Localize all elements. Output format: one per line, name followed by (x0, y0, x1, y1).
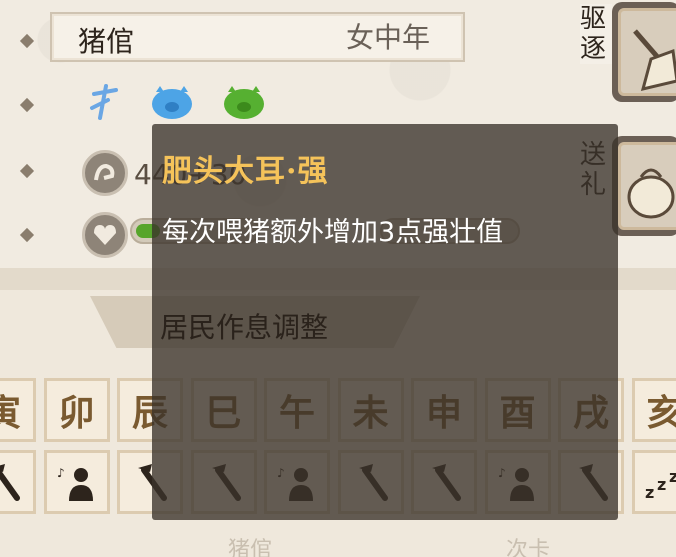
svg-text:z: z (645, 483, 654, 502)
gift-bag-icon (627, 168, 675, 219)
schedule-section-title: 居民作息调整 (160, 311, 329, 344)
heart-icon (82, 212, 128, 258)
hour-cell[interactable]: 卯 (43, 378, 110, 442)
blue-pig-icon[interactable] (150, 84, 194, 120)
pickaxe-icon (0, 464, 20, 501)
svg-text:♪: ♪ (57, 466, 65, 480)
hour-cell[interactable]: 亥 (631, 378, 676, 442)
footer-left-text: 猪倌 (228, 538, 273, 557)
gift-button[interactable] (612, 136, 676, 236)
rest-person-icon: ♪ (57, 466, 93, 501)
expel-button[interactable] (612, 2, 676, 102)
resident-gender-age: 女中年 (346, 21, 431, 54)
sleep-activity-cell[interactable]: zzz (631, 450, 676, 514)
resident-name: 猪倌 (78, 25, 135, 58)
work-activity-cell[interactable] (0, 450, 36, 514)
hour-cell[interactable]: 寅 (0, 378, 36, 442)
tooltip-title: 肥头大耳·强 (162, 154, 329, 189)
green-pig-icon[interactable] (222, 84, 266, 120)
strength-stat-icon (82, 150, 128, 196)
svg-text:z: z (657, 475, 666, 494)
svg-text:z: z (669, 467, 676, 486)
tooltip-description: 每次喂猪额外增加3点强壮值 (162, 217, 504, 248)
expel-label: 驱逐 (580, 4, 612, 64)
footer-right-text: 次卡 (506, 538, 551, 557)
broom-icon (633, 29, 676, 92)
talent-icon (90, 84, 118, 120)
rest-activity-cell[interactable]: ♪ (43, 450, 110, 514)
sleep-icon: zzz (645, 467, 676, 502)
